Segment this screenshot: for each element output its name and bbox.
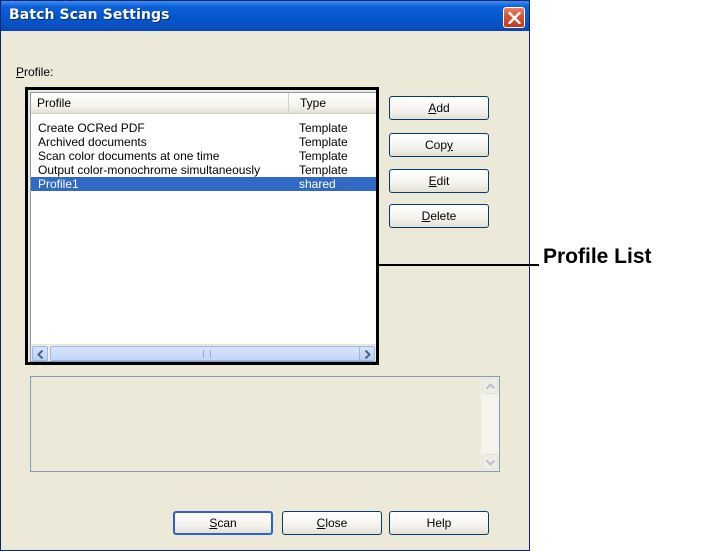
scroll-down-button[interactable] <box>482 454 498 470</box>
help-button[interactable]: Help <box>389 511 489 535</box>
add-button[interactable]: Add <box>389 96 489 120</box>
copy-label: Cop <box>424 138 447 152</box>
delete-button[interactable]: Delete <box>389 204 489 228</box>
profile-list-highlight <box>25 87 379 365</box>
window-title: Batch Scan Settings <box>9 7 170 23</box>
callout-label: Profile List <box>543 245 652 268</box>
profile-label-accel: P <box>16 65 25 79</box>
callout-line <box>379 264 539 266</box>
profile-label: Profile: <box>16 65 53 79</box>
close-label: lose <box>325 516 348 530</box>
arrow-up-icon <box>486 383 495 390</box>
arrow-down-icon <box>486 459 495 466</box>
close-window-button[interactable] <box>503 7 525 28</box>
close-icon <box>508 12 521 24</box>
delete-label: elete <box>430 209 457 223</box>
scan-button[interactable]: Scan <box>173 511 273 535</box>
scroll-up-button[interactable] <box>482 378 498 394</box>
description-box[interactable] <box>30 376 500 472</box>
add-label: dd <box>436 101 450 115</box>
edit-label: dit <box>436 174 450 188</box>
copy-accel: y <box>447 138 453 152</box>
scan-label: can <box>217 516 237 530</box>
copy-button[interactable]: Copy <box>389 133 489 157</box>
edit-accel: E <box>428 174 437 188</box>
close-button[interactable]: Close <box>282 511 382 535</box>
delete-accel: D <box>421 209 431 223</box>
vertical-scrollbar[interactable] <box>481 377 499 471</box>
title-bar[interactable]: Batch Scan Settings <box>1 1 529 31</box>
profile-label-text: rofile: <box>24 65 54 79</box>
edit-button[interactable]: Edit <box>389 169 489 193</box>
